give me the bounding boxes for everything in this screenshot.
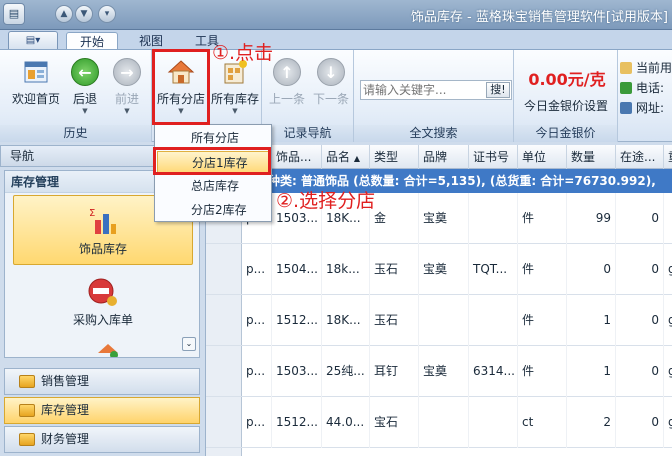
column-header-transit[interactable]: 在途... bbox=[616, 145, 664, 169]
chevron-down-icon: ▼ bbox=[124, 107, 130, 115]
quick-access-up-button[interactable]: ▲ bbox=[55, 5, 73, 23]
ribbon-tabstrip: ▤▾ 开始 视图 工具 bbox=[0, 30, 672, 50]
quick-access-customize-button[interactable]: ▾ bbox=[98, 5, 116, 23]
arrow-right-icon: → bbox=[113, 58, 141, 86]
group-gold-price: 今日金银价 bbox=[514, 50, 618, 142]
annotation-step1: ①.点击 bbox=[212, 42, 274, 64]
gold-price-value: 0.00元/克 bbox=[528, 70, 606, 89]
annotation-box-branch-button bbox=[152, 49, 210, 125]
file-menu-button[interactable]: ▤▾ bbox=[8, 31, 58, 50]
phone-link[interactable]: 电话: bbox=[620, 78, 672, 98]
phone-icon bbox=[620, 82, 632, 94]
back-button[interactable]: ← 后退 ▼ bbox=[66, 54, 104, 124]
nav-bar-inventory[interactable]: 库存管理 bbox=[4, 397, 200, 424]
next-record-button[interactable]: ↓ 下一条 bbox=[310, 54, 352, 124]
nav-item-purchase-receipt[interactable]: 采购入库单 bbox=[13, 267, 193, 337]
table-row[interactable]: p... 1504... 18k... 玉石 宝奠 TQT... 件 0 0 g bbox=[206, 244, 672, 295]
menu-item-all-branches[interactable]: 所有分店 bbox=[157, 127, 269, 149]
folder-icon bbox=[19, 375, 35, 388]
group-search-label: 全文搜索 bbox=[354, 125, 513, 142]
ribbon: 欢迎首页 ← 后退 ▼ → 前进 ▼ 历史 所有分店 ▼ 所有库存 ▼ ↑ 上一… bbox=[0, 49, 672, 142]
annotation-step2: ②.选择分店 bbox=[276, 190, 376, 212]
app-menu-button[interactable]: ▤ bbox=[3, 3, 25, 25]
group-history-label: 历史 bbox=[0, 125, 151, 142]
nav-bar-sales[interactable]: 销售管理 bbox=[4, 368, 200, 395]
folder-icon bbox=[19, 404, 35, 417]
home-button[interactable]: 欢迎首页 bbox=[4, 54, 68, 124]
forward-button[interactable]: → 前进 ▼ bbox=[108, 54, 146, 124]
column-header-weight[interactable]: 重 bbox=[664, 145, 672, 169]
tab-start[interactable]: 开始 bbox=[66, 32, 118, 50]
current-user-link[interactable]: 当前用 bbox=[620, 58, 672, 78]
chevron-down-icon: ▼ bbox=[232, 107, 238, 115]
group-record-nav-label: 记录导航 bbox=[262, 125, 353, 142]
group-gold-label: 今日金银价 bbox=[514, 125, 617, 142]
search-input[interactable] bbox=[363, 82, 481, 98]
nav-item-partial bbox=[97, 343, 119, 357]
column-header-brand[interactable]: 品牌 bbox=[419, 145, 469, 169]
side-info-links: 当前用 电话: 网址: bbox=[620, 58, 672, 118]
no-entry-icon bbox=[87, 277, 119, 307]
arrow-left-icon: ← bbox=[71, 58, 99, 86]
svg-text:Σ: Σ bbox=[89, 208, 95, 219]
document-icon bbox=[620, 62, 632, 74]
annotation-box-branch1-item bbox=[153, 147, 271, 175]
search-box: 搜! bbox=[360, 80, 512, 100]
table-row[interactable]: p... 1503... 25纯... 耳钉 宝奠 6314... 件 1 0 … bbox=[206, 346, 672, 397]
quick-access-down-button[interactable]: ▼ bbox=[75, 5, 93, 23]
sort-ascending-icon: ▲ bbox=[353, 154, 360, 163]
title-bar: ▤ ▲ ▼ ▾ 饰品库存 - 蓝格珠宝销售管理软件[试用版本] bbox=[0, 0, 672, 30]
group-record-nav: ↑ 上一条 ↓ 下一条 记录导航 bbox=[262, 50, 354, 142]
chevron-down-icon: ▼ bbox=[82, 107, 88, 115]
group-history: 欢迎首页 ← 后退 ▼ → 前进 ▼ 历史 bbox=[0, 50, 152, 142]
arrow-up-icon: ↑ bbox=[273, 58, 301, 86]
table-row[interactable]: p... 1512... 18K... 玉石 件 1 0 g bbox=[206, 295, 672, 346]
gold-price-settings-button[interactable]: 今日金银价设置 bbox=[516, 97, 616, 114]
bar-chart-icon: Σ bbox=[87, 206, 119, 236]
column-header-qty[interactable]: 数量 bbox=[567, 145, 616, 169]
arrow-down-icon: ↓ bbox=[317, 58, 345, 86]
column-header-cert[interactable]: 证书号 bbox=[469, 145, 518, 169]
grid-header: 饰品... 品名 ▲ 类型 品牌 证书号 单位 数量 在途... 重 bbox=[206, 145, 672, 169]
column-header-unit[interactable]: 单位 bbox=[518, 145, 567, 169]
nav-bar-finance[interactable]: 财务管理 bbox=[4, 426, 200, 453]
nav-scroll-down-button[interactable]: ⌄ bbox=[182, 337, 196, 351]
search-button[interactable]: 搜! bbox=[486, 82, 510, 98]
house-icon bbox=[620, 102, 632, 114]
website-link[interactable]: 网址: bbox=[620, 98, 672, 118]
menu-item-head-store-stock[interactable]: 总店库存 bbox=[157, 175, 269, 197]
column-header-name[interactable]: 品名 ▲ bbox=[322, 145, 370, 169]
folder-icon bbox=[19, 433, 35, 446]
tab-view[interactable]: 视图 bbox=[126, 32, 176, 50]
table-row[interactable]: p... 1512... 44.0... 宝石 ct 2 0 g bbox=[206, 397, 672, 448]
column-header-type[interactable]: 类型 bbox=[370, 145, 419, 169]
home-page-icon bbox=[22, 58, 50, 86]
column-header-code[interactable]: 饰品... bbox=[272, 145, 322, 169]
menu-item-branch2-stock[interactable]: 分店2库存 bbox=[157, 199, 269, 221]
window-title: 饰品库存 - 蓝格珠宝销售管理软件[试用版本] bbox=[410, 10, 668, 25]
